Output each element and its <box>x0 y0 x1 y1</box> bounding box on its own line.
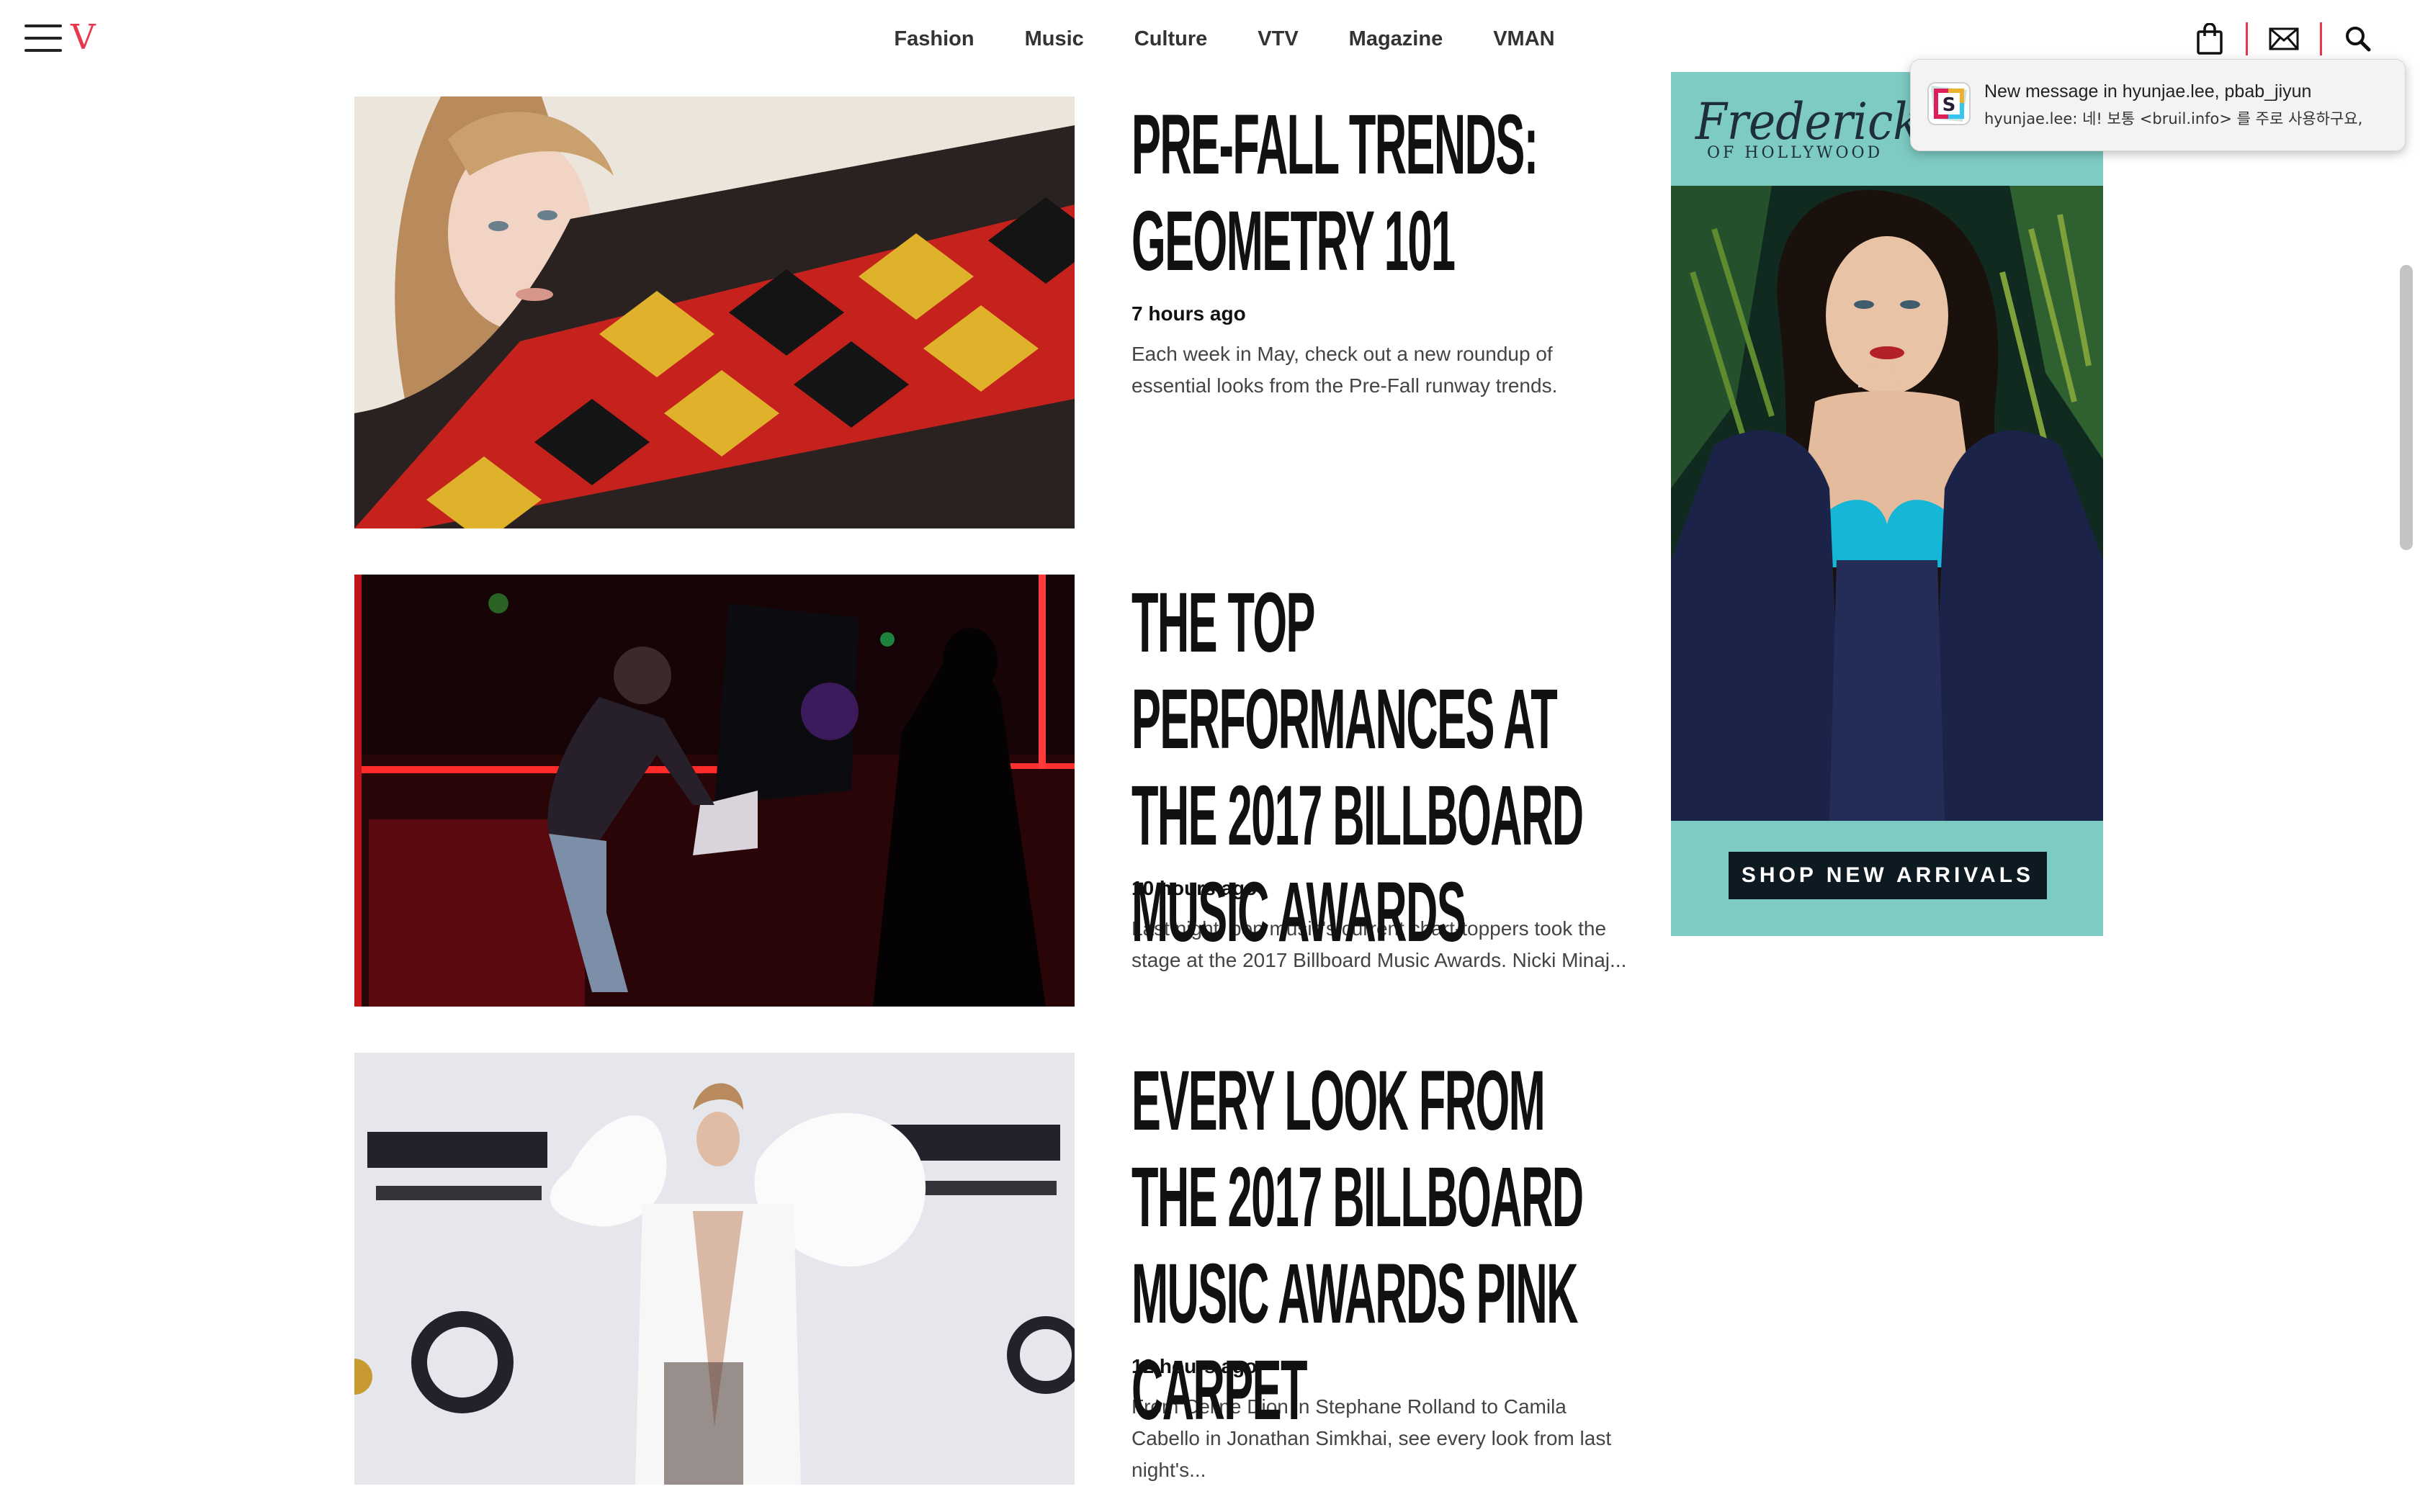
slack-icon: S <box>1927 81 1971 126</box>
mail-icon[interactable] <box>2265 20 2303 58</box>
ad-image[interactable] <box>1671 186 2103 821</box>
bag-icon[interactable] <box>2191 20 2228 58</box>
sidebar-ad[interactable]: Frederick's OF HOLLYWOOD SHOP NEW ARRIVA… <box>1671 72 2103 936</box>
slack-notification[interactable]: S New message in hyunjae.lee, pbab_jiyun… <box>1910 59 2406 151</box>
nav-item-music[interactable]: Music <box>1025 27 1084 51</box>
article-headline[interactable]: The Top Performances at the 2017 Billboa… <box>1131 575 1630 960</box>
article-headline[interactable]: Every Look From the 2017 Billboard Music… <box>1131 1053 1630 1438</box>
nav-item-culture[interactable]: Culture <box>1134 27 1208 51</box>
nav-item-vman[interactable]: VMAN <box>1493 27 1554 51</box>
article-timestamp: 7 hours ago <box>1131 302 1246 325</box>
article-body: Pre-Fall Trends: Geometry 101 7 hours ag… <box>1131 96 1636 402</box>
notification-text: hyunjae.lee: 네! 보통 <bruil.info> 를 주로 사용하… <box>1984 110 2363 127</box>
header-actions <box>2191 19 2377 59</box>
ad-brand-sub: OF HOLLYWOOD <box>1707 144 1883 162</box>
article-card[interactable]: Pre-Fall Trends: Geometry 101 7 hours ag… <box>354 96 1636 528</box>
article-excerpt: Each week in May, check out a new roundu… <box>1131 343 1558 397</box>
article-headline[interactable]: Pre-Fall Trends: Geometry 101 <box>1131 96 1630 289</box>
nav-item-vtv[interactable]: VTV <box>1258 27 1298 51</box>
article-card[interactable]: The Top Performances at the 2017 Billboa… <box>354 575 1636 1007</box>
notification-title: New message in hyunjae.lee, pbab_jiyun <box>1984 81 2312 102</box>
article-image[interactable] <box>354 96 1075 528</box>
article-image[interactable] <box>354 575 1075 1007</box>
article-body: Every Look From the 2017 Billboard Music… <box>1131 1053 1636 1486</box>
shop-new-arrivals-button[interactable]: SHOP NEW ARRIVALS <box>1729 852 2047 899</box>
nav-item-magazine[interactable]: Magazine <box>1349 27 1443 51</box>
header-divider <box>2246 22 2248 55</box>
nav-item-fashion[interactable]: Fashion <box>894 27 974 51</box>
search-icon[interactable] <box>2339 20 2377 58</box>
article-body: The Top Performances at the 2017 Billboa… <box>1131 575 1636 976</box>
page-scrollbar[interactable] <box>2400 265 2413 550</box>
article-card[interactable]: Every Look From the 2017 Billboard Music… <box>354 1053 1636 1485</box>
svg-text:S: S <box>1942 94 1956 116</box>
article-image[interactable] <box>354 1053 1075 1485</box>
header-divider <box>2320 22 2322 55</box>
